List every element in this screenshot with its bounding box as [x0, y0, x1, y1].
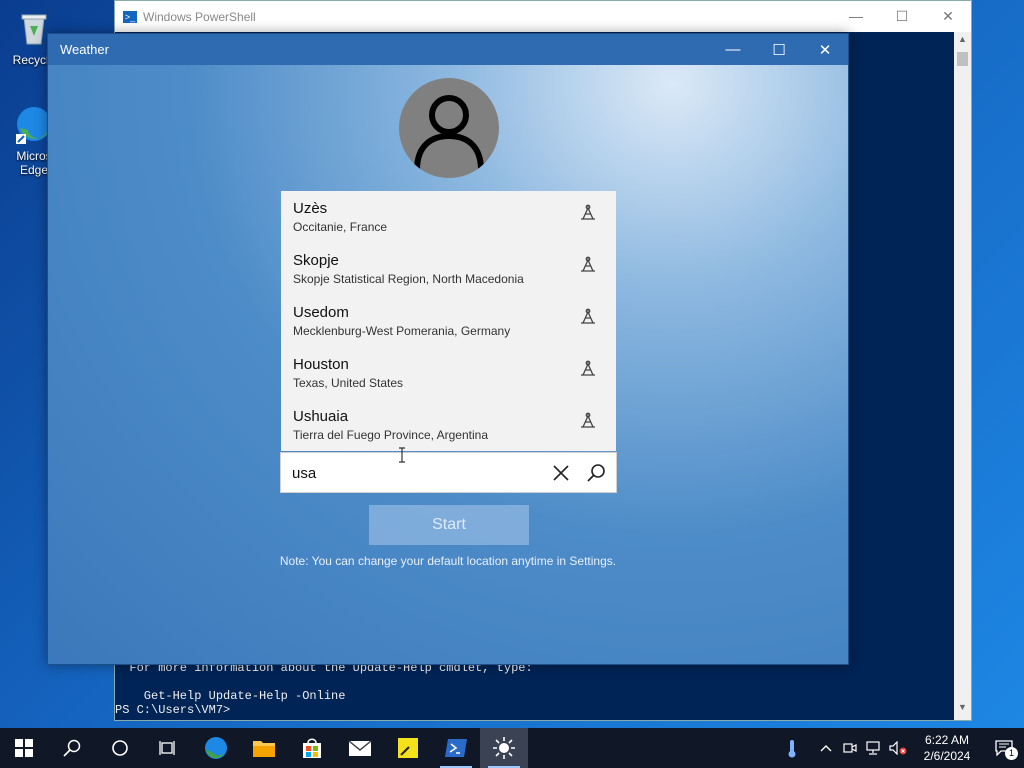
- camera-icon: [843, 743, 857, 753]
- tray-weather[interactable]: [780, 728, 804, 768]
- suggestion-item[interactable]: Usedom Mecklenburg-West Pomerania, Germa…: [281, 295, 616, 347]
- show-hidden-icons-button[interactable]: [814, 728, 838, 768]
- maximize-button[interactable]: ☐: [879, 8, 925, 25]
- maximize-button[interactable]: ☐: [756, 41, 802, 59]
- suggestion-item[interactable]: Skopje Skopje Statistical Region, North …: [281, 243, 616, 295]
- clear-icon[interactable]: [551, 463, 571, 483]
- close-button[interactable]: ✕: [802, 41, 848, 59]
- start-menu-button[interactable]: [0, 728, 48, 768]
- powershell-icon: [445, 739, 467, 757]
- text-cursor-icon: [399, 447, 405, 463]
- taskbar-weather[interactable]: [480, 728, 528, 768]
- powershell-title: Windows PowerShell: [143, 9, 256, 24]
- suggestion-city: Skopje: [293, 252, 339, 269]
- console-prompt: PS C:\Users\VM7>: [115, 703, 231, 717]
- search-icon[interactable]: [586, 463, 606, 483]
- sun-icon: [493, 737, 515, 759]
- taskbar: 6:22 AM 2/6/2024 1: [0, 728, 1024, 768]
- sticky-note-icon: [398, 738, 418, 758]
- clock-date: 2/6/2024: [923, 749, 971, 763]
- taskbar-mail[interactable]: [336, 728, 384, 768]
- taskbar-search-button[interactable]: [48, 728, 96, 768]
- suggestion-city: Ushuaia: [293, 408, 349, 425]
- taskbar-file-explorer[interactable]: [240, 728, 288, 768]
- user-avatar: [399, 78, 499, 178]
- task-view-button[interactable]: [144, 728, 192, 768]
- powershell-titlebar[interactable]: >_ Windows PowerShell — ☐ ✕: [115, 1, 971, 32]
- powershell-icon: >_: [123, 10, 137, 23]
- landmark-icon: [581, 412, 595, 428]
- chevron-up-icon: [820, 745, 832, 752]
- weather-titlebar[interactable]: Weather — ☐ ✕: [48, 34, 848, 65]
- landmark-icon: [581, 256, 595, 272]
- landmark-icon: [581, 360, 595, 376]
- landmark-icon: [581, 204, 595, 220]
- suggestion-item[interactable]: Uzès Occitanie, France: [281, 191, 616, 243]
- taskbar-powershell[interactable]: [432, 728, 480, 768]
- location-suggestions[interactable]: Uzès Occitanie, France Skopje Skopje Sta…: [281, 191, 616, 451]
- suggestion-region: Skopje Statistical Region, North Macedon…: [293, 272, 524, 286]
- cortana-icon: [112, 740, 128, 756]
- edge-icon: [205, 737, 227, 759]
- minimize-button[interactable]: —: [710, 41, 756, 59]
- suggestion-region: Occitanie, France: [293, 220, 388, 234]
- notification-badge: 1: [1005, 747, 1018, 760]
- store-icon: [303, 738, 321, 758]
- folder-icon: [253, 741, 275, 757]
- location-search-input[interactable]: [292, 461, 542, 485]
- landmark-icon: [581, 308, 595, 324]
- close-button[interactable]: ✕: [925, 8, 971, 25]
- volume-muted-icon: [889, 741, 907, 755]
- tray-volume[interactable]: [886, 728, 910, 768]
- scroll-up-icon[interactable]: ▲: [954, 34, 971, 50]
- location-search-box[interactable]: [280, 452, 617, 493]
- suggestion-city: Houston: [293, 356, 349, 373]
- system-tray: 6:22 AM 2/6/2024 1: [780, 728, 1024, 768]
- taskbar-edge[interactable]: [192, 728, 240, 768]
- suggestion-city: Usedom: [293, 304, 349, 321]
- taskbar-store[interactable]: [288, 728, 336, 768]
- scroll-thumb[interactable]: [957, 52, 968, 66]
- tray-network[interactable]: [862, 728, 886, 768]
- tray-meet[interactable]: [838, 728, 862, 768]
- suggestion-item[interactable]: Houston Texas, United States: [281, 347, 616, 399]
- start-button[interactable]: Start: [369, 505, 529, 545]
- network-icon: [866, 741, 880, 755]
- settings-note: Note: You can change your default locati…: [279, 554, 617, 568]
- suggestion-item[interactable]: Ushuaia Tierra del Fuego Province, Argen…: [281, 399, 616, 451]
- console-line: Get-Help Update-Help -Online: [115, 689, 346, 703]
- powershell-scrollbar[interactable]: ▲ ▼: [954, 32, 971, 720]
- minimize-button[interactable]: —: [833, 8, 879, 25]
- taskbar-clock[interactable]: 6:22 AM 2/6/2024: [910, 732, 984, 764]
- thermometer-icon: [788, 740, 796, 758]
- suggestion-region: Tierra del Fuego Province, Argentina: [293, 428, 488, 442]
- taskbar-sticky-notes[interactable]: [384, 728, 432, 768]
- search-icon: [63, 739, 81, 757]
- person-icon: [414, 95, 484, 171]
- clock-time: 6:22 AM: [924, 733, 970, 747]
- windows-logo-icon: [15, 739, 33, 757]
- suggestion-city: Uzès: [293, 200, 328, 217]
- weather-title: Weather: [60, 42, 109, 57]
- task-view-icon: [159, 741, 175, 755]
- weather-window[interactable]: Weather — ☐ ✕ Uzès Occitanie, France Sko…: [47, 33, 849, 665]
- suggestion-region: Texas, United States: [293, 376, 404, 390]
- action-center-button[interactable]: 1: [984, 728, 1024, 768]
- cortana-button[interactable]: [96, 728, 144, 768]
- powershell-output[interactable]: For more information about the Update-He…: [115, 661, 533, 717]
- suggestion-region: Mecklenburg-West Pomerania, Germany: [293, 324, 511, 338]
- mail-icon: [348, 740, 372, 756]
- scroll-down-icon[interactable]: ▼: [954, 702, 971, 718]
